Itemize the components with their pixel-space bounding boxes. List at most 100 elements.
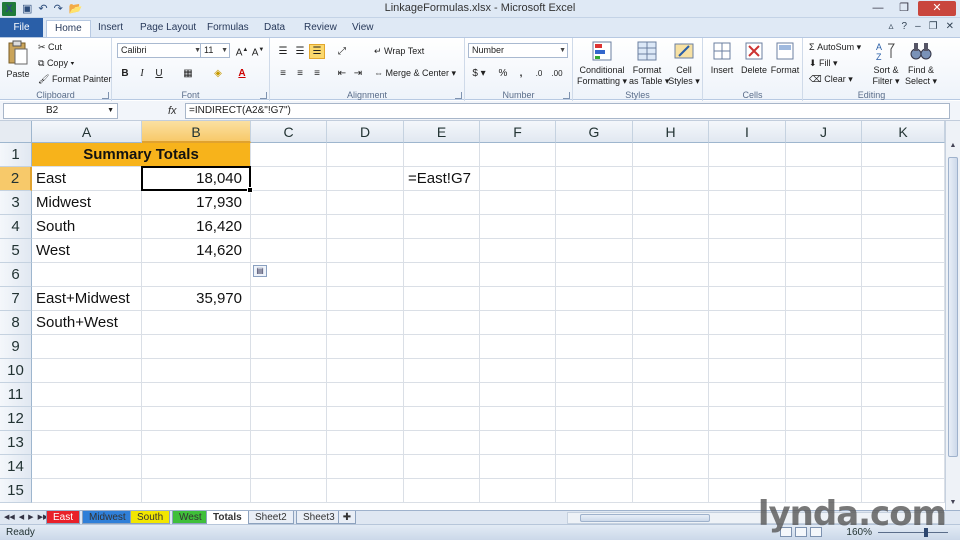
borders-icon[interactable]: ▦ [180,66,196,81]
increase-indent-icon[interactable]: ⇥ [350,66,366,81]
cell-c10[interactable] [251,359,327,383]
cell-k11[interactable] [862,383,945,407]
find-select-button[interactable]: Find & Select ▾ [903,40,939,87]
fill-button[interactable]: ⬇ Fill ▾ [809,58,838,69]
cell-j9[interactable] [786,335,862,359]
cell-f1[interactable] [480,143,556,167]
cell-c13[interactable] [251,431,327,455]
cell-f8[interactable] [480,311,556,335]
decrease-decimal-icon[interactable]: .00 [549,66,565,81]
cell-i6[interactable] [709,263,786,287]
cell-g11[interactable] [556,383,633,407]
cell-i11[interactable] [709,383,786,407]
grow-font-icon[interactable]: A▲ [234,43,250,58]
sheet-tab-west[interactable]: West [172,511,209,524]
cell-g4[interactable] [556,215,633,239]
cell-b3[interactable]: 17,930 [142,191,251,215]
cell-b7[interactable]: 35,970 [142,287,251,311]
font-name-select[interactable]: Calibri ▼ [117,43,203,58]
excel-logo-icon[interactable]: X [2,2,16,16]
save-icon[interactable]: ▣ [22,1,32,17]
cell-i13[interactable] [709,431,786,455]
cell-i7[interactable] [709,287,786,311]
cell-a4[interactable]: South [32,215,142,239]
row-header-3[interactable]: 3 [0,191,32,215]
cell-g5[interactable] [556,239,633,263]
number-launcher-icon[interactable] [563,92,570,99]
cell-e4[interactable] [404,215,480,239]
cell-a11[interactable] [32,383,142,407]
align-right-icon[interactable]: ≡ [309,66,325,81]
cell-a2[interactable]: East [32,167,142,191]
font-launcher-icon[interactable] [260,92,267,99]
cut-button[interactable]: ✂ Cut [38,42,62,53]
cell-c1[interactable] [251,143,327,167]
cell-f13[interactable] [480,431,556,455]
cell-h8[interactable] [633,311,709,335]
fill-color-icon[interactable]: ◈ [210,66,226,81]
cell-i3[interactable] [709,191,786,215]
cell-f4[interactable] [480,215,556,239]
workbook-close-icon[interactable]: ✕ [946,21,954,32]
name-box[interactable]: B2 ▼ [3,103,118,119]
cell-b12[interactable] [142,407,251,431]
column-header-g[interactable]: G [556,121,633,143]
cell-k3[interactable] [862,191,945,215]
cell-g10[interactable] [556,359,633,383]
row-header-1[interactable]: 1 [0,143,32,167]
cell-k5[interactable] [862,239,945,263]
cell-g14[interactable] [556,455,633,479]
cell-d14[interactable] [327,455,404,479]
paste-button[interactable]: Paste [4,40,32,80]
increase-decimal-icon[interactable]: .0 [531,66,547,81]
cell-b14[interactable] [142,455,251,479]
column-header-d[interactable]: D [327,121,404,143]
currency-button[interactable]: $ ▾ [468,66,490,81]
cell-e14[interactable] [404,455,480,479]
cell-i9[interactable] [709,335,786,359]
horizontal-scroll-thumb[interactable] [580,514,710,522]
bold-button[interactable]: B [117,66,133,81]
cell-h4[interactable] [633,215,709,239]
cell-f12[interactable] [480,407,556,431]
cell-j12[interactable] [786,407,862,431]
cell-c12[interactable] [251,407,327,431]
cell-d1[interactable] [327,143,404,167]
italic-button[interactable]: I [134,66,150,81]
column-header-h[interactable]: H [633,121,709,143]
cell-e15[interactable] [404,479,480,503]
cell-g6[interactable] [556,263,633,287]
close-icon[interactable]: ✕ [918,1,956,16]
underline-button[interactable]: U [151,66,167,81]
scroll-down-icon[interactable]: ▼ [946,496,960,510]
ribbon-collapse-icon[interactable]: ▵ [888,21,893,32]
align-left-icon[interactable]: ≡ [275,66,291,81]
cell-f9[interactable] [480,335,556,359]
insert-cells-button[interactable]: Insert [707,40,737,76]
cell-d6[interactable] [327,263,404,287]
column-header-c[interactable]: C [251,121,327,143]
cell-c3[interactable] [251,191,327,215]
row-header-10[interactable]: 10 [0,359,32,383]
sheet-tab-east[interactable]: East [46,511,81,524]
cell-h6[interactable] [633,263,709,287]
cell-g9[interactable] [556,335,633,359]
cell-j11[interactable] [786,383,862,407]
cell-f11[interactable] [480,383,556,407]
cell-h14[interactable] [633,455,709,479]
column-header-f[interactable]: F [480,121,556,143]
cell-b15[interactable] [142,479,251,503]
cell-g8[interactable] [556,311,633,335]
cell-h10[interactable] [633,359,709,383]
cell-i5[interactable] [709,239,786,263]
row-header-5[interactable]: 5 [0,239,32,263]
cell-a14[interactable] [32,455,142,479]
cell-a6[interactable] [32,263,142,287]
cell-k12[interactable] [862,407,945,431]
cell-a13[interactable] [32,431,142,455]
cell-c15[interactable] [251,479,327,503]
cell-e3[interactable] [404,191,480,215]
cell-h12[interactable] [633,407,709,431]
align-center-icon[interactable]: ≡ [292,66,308,81]
cell-g15[interactable] [556,479,633,503]
